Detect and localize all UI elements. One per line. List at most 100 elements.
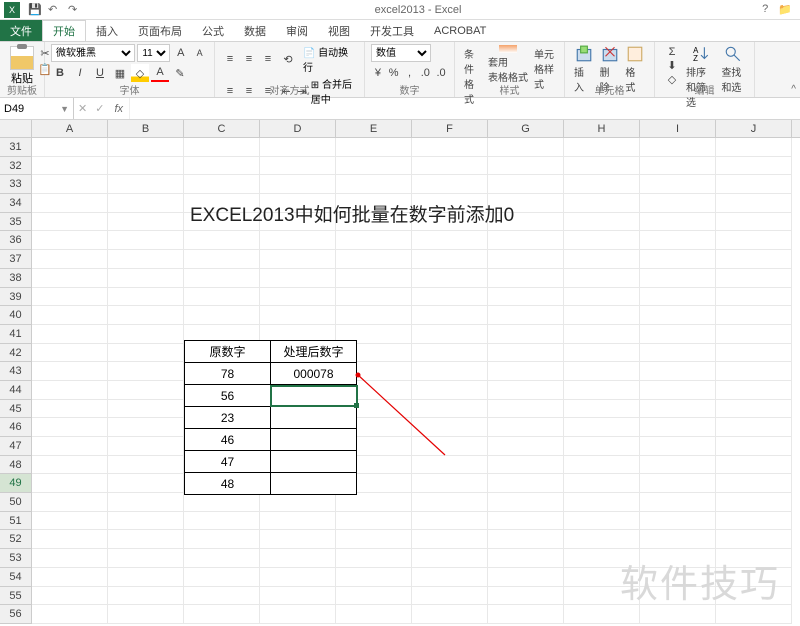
row-header[interactable]: 54 (0, 568, 32, 587)
grid-cell[interactable] (640, 381, 716, 400)
format-cells-button[interactable]: 格式 (622, 44, 648, 85)
tab-home[interactable]: 开始 (42, 20, 86, 41)
row-header[interactable]: 44 (0, 381, 32, 400)
grid-cell[interactable] (412, 437, 488, 456)
grid-cell[interactable] (716, 512, 792, 531)
grid-cell[interactable] (108, 362, 184, 381)
number-format-select[interactable]: 数值 (371, 44, 431, 62)
grid-cell[interactable] (32, 456, 108, 475)
grid-cell[interactable] (184, 512, 260, 531)
grid-cell[interactable] (184, 549, 260, 568)
grid-cell[interactable] (336, 493, 412, 512)
tab-acrobat[interactable]: ACROBAT (424, 20, 496, 41)
tab-formulas[interactable]: 公式 (192, 20, 234, 41)
cell[interactable] (271, 451, 357, 473)
grid-cell[interactable] (640, 250, 716, 269)
grid-cell[interactable] (108, 344, 184, 363)
row-header[interactable]: 50 (0, 493, 32, 512)
row-header[interactable]: 49 (0, 474, 32, 493)
decrease-font-icon[interactable]: A (191, 44, 208, 62)
grid-cell[interactable] (184, 157, 260, 176)
grid-cell[interactable] (564, 306, 640, 325)
grid-cell[interactable] (564, 456, 640, 475)
row-header[interactable]: 39 (0, 288, 32, 307)
row-header[interactable]: 48 (0, 456, 32, 475)
grid-cell[interactable] (336, 138, 412, 157)
grid-cell[interactable] (488, 400, 564, 419)
grid-cell[interactable] (640, 493, 716, 512)
grid-cell[interactable] (336, 512, 412, 531)
grid-cell[interactable] (108, 325, 184, 344)
grid-cell[interactable] (260, 605, 336, 624)
cell[interactable] (271, 429, 357, 451)
row-header[interactable]: 36 (0, 231, 32, 250)
col-header[interactable]: E (336, 120, 412, 137)
grid-cell[interactable] (716, 325, 792, 344)
row-header[interactable]: 51 (0, 512, 32, 531)
align-bottom-icon[interactable]: ≡ (259, 50, 277, 68)
grid-cell[interactable] (32, 288, 108, 307)
grid-cell[interactable] (640, 474, 716, 493)
grid-cell[interactable] (640, 456, 716, 475)
grid-cell[interactable] (108, 250, 184, 269)
grid-cell[interactable] (716, 344, 792, 363)
grid-cell[interactable] (32, 269, 108, 288)
grid-cell[interactable] (32, 474, 108, 493)
fx-icon[interactable]: fx (108, 98, 130, 119)
tab-page-layout[interactable]: 页面布局 (128, 20, 192, 41)
grid-cell[interactable] (564, 381, 640, 400)
grid-cell[interactable] (32, 437, 108, 456)
grid-cell[interactable] (412, 418, 488, 437)
grid-cell[interactable] (640, 418, 716, 437)
grid-cell[interactable] (336, 568, 412, 587)
grid-cell[interactable] (184, 269, 260, 288)
grid-cell[interactable] (488, 288, 564, 307)
increase-font-icon[interactable]: A (172, 44, 189, 62)
bold-button[interactable]: B (51, 64, 69, 82)
grid-cell[interactable] (184, 493, 260, 512)
tab-view[interactable]: 视图 (318, 20, 360, 41)
grid-cell[interactable] (260, 493, 336, 512)
grid-cell[interactable] (412, 493, 488, 512)
find-button[interactable]: 查找和选 (718, 44, 748, 85)
grid-cell[interactable] (32, 175, 108, 194)
grid-cell[interactable] (488, 549, 564, 568)
cell[interactable]: 78 (185, 363, 271, 385)
grid-cell[interactable] (488, 175, 564, 194)
grid-cell[interactable] (640, 157, 716, 176)
grid-cell[interactable] (564, 325, 640, 344)
grid-cell[interactable] (108, 530, 184, 549)
grid-cell[interactable] (564, 344, 640, 363)
grid-cell[interactable] (184, 231, 260, 250)
cell[interactable]: 000078 (271, 363, 357, 385)
grid-cell[interactable] (184, 306, 260, 325)
grid-cell[interactable] (336, 530, 412, 549)
italic-button[interactable]: I (71, 64, 89, 82)
grid-cell[interactable] (108, 587, 184, 606)
row-header[interactable]: 45 (0, 400, 32, 419)
save-icon[interactable]: 💾 (28, 3, 42, 17)
row-header[interactable]: 32 (0, 157, 32, 176)
grid-cell[interactable] (32, 250, 108, 269)
tab-developer[interactable]: 开发工具 (360, 20, 424, 41)
grid-cell[interactable] (716, 138, 792, 157)
ribbon-options-icon[interactable]: 📁 (778, 3, 792, 16)
tab-file[interactable]: 文件 (0, 20, 42, 41)
col-header[interactable]: A (32, 120, 108, 137)
fill-icon[interactable]: ⬇ (663, 59, 681, 72)
grid-cell[interactable] (184, 250, 260, 269)
grid-cell[interactable] (488, 530, 564, 549)
select-all-corner[interactable] (0, 120, 32, 137)
grid-cell[interactable] (716, 437, 792, 456)
grid-cell[interactable] (108, 605, 184, 624)
grid-cell[interactable] (336, 231, 412, 250)
grid-cell[interactable] (716, 288, 792, 307)
row-header[interactable]: 56 (0, 605, 32, 624)
grid-cell[interactable] (412, 231, 488, 250)
grid-cell[interactable] (108, 549, 184, 568)
row-header[interactable]: 53 (0, 549, 32, 568)
grid-cell[interactable] (412, 250, 488, 269)
tab-insert[interactable]: 插入 (86, 20, 128, 41)
grid-cell[interactable] (488, 344, 564, 363)
grid-cell[interactable] (716, 269, 792, 288)
